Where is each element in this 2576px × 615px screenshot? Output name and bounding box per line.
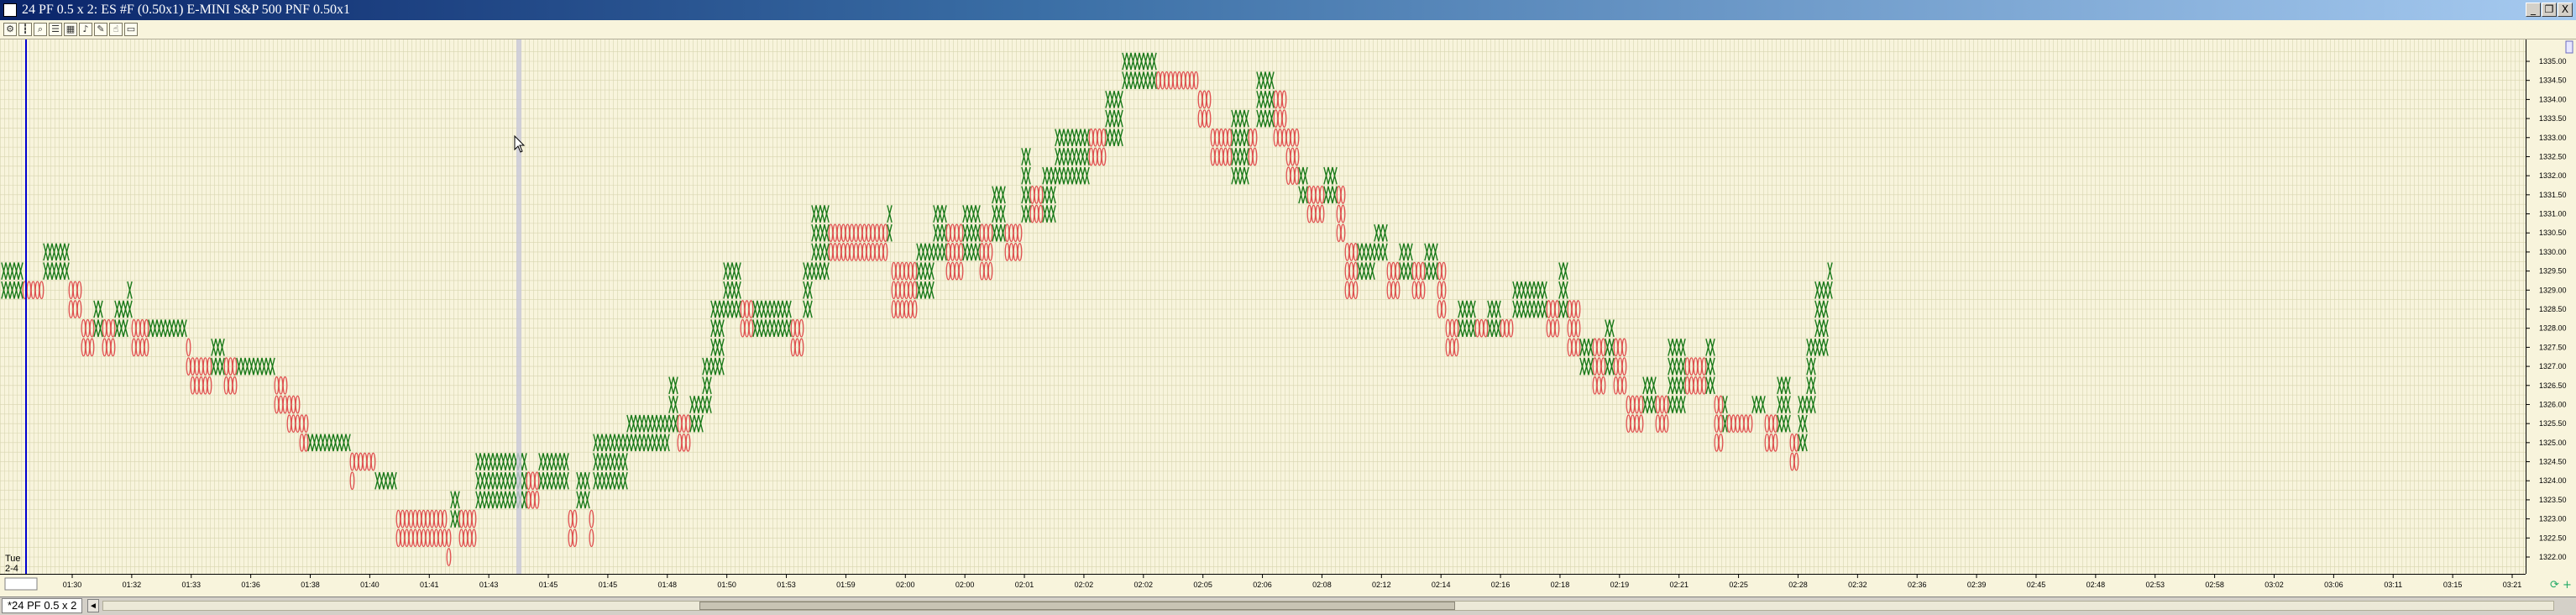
rect-icon[interactable]: ▭ xyxy=(124,23,138,36)
time-tick-label: 01:32 xyxy=(123,581,142,589)
horizontal-scrollbar[interactable] xyxy=(102,601,2554,611)
time-tick-label: 02:16 xyxy=(1491,581,1511,589)
price-tick-label: 1324.00 xyxy=(2539,476,2567,485)
price-tick-label: 1329.00 xyxy=(2539,286,2567,294)
bell-icon[interactable]: ♪ xyxy=(79,23,92,36)
time-tick-label: 01:59 xyxy=(836,581,856,589)
crosshair-line xyxy=(516,39,521,574)
price-tick-label: 1326.00 xyxy=(2539,400,2567,408)
time-tick-label: 01:33 xyxy=(181,581,201,589)
price-tick-label: 1322.00 xyxy=(2539,553,2567,561)
time-tick-label: 01:53 xyxy=(777,581,796,589)
time-tick-label: 01:50 xyxy=(717,581,736,589)
price-tick-label: 1334.00 xyxy=(2539,95,2567,103)
time-tick-label: 02:00 xyxy=(896,581,915,589)
day-label-line2: 2-4 xyxy=(5,564,18,574)
price-tick-label: 1330.50 xyxy=(2539,229,2567,237)
minimize-button[interactable]: _ xyxy=(2526,3,2541,17)
time-tick-label: 02:36 xyxy=(1908,581,1927,589)
price-tick-label: 1327.00 xyxy=(2539,362,2567,371)
time-tick-label: 02:02 xyxy=(1075,581,1094,589)
time-tick-label: 02:12 xyxy=(1372,581,1391,589)
price-tick-label: 1331.50 xyxy=(2539,191,2567,199)
time-tick-label: 01:45 xyxy=(539,581,558,589)
time-tick-label: 03:11 xyxy=(2384,581,2402,589)
price-tick-label: 1323.00 xyxy=(2539,515,2567,523)
time-tick-label: 01:41 xyxy=(420,581,439,589)
time-tick-label: 03:02 xyxy=(2264,581,2284,589)
price-tick-label: 1331.00 xyxy=(2539,210,2567,218)
axis-date-box[interactable] xyxy=(4,577,38,591)
tab-scroll-left-button[interactable]: ◄ xyxy=(87,599,99,612)
price-tick-label: 1333.00 xyxy=(2539,134,2567,142)
time-tick-label: 02:28 xyxy=(1788,581,1808,589)
price-tick-label: 1334.50 xyxy=(2539,76,2567,85)
time-tick-label: 02:05 xyxy=(1193,581,1212,589)
time-tick-label: 02:53 xyxy=(2145,581,2165,589)
window-title: 24 PF 0.5 x 2: ES #F (0.50x1) E-MINI S&P… xyxy=(22,3,351,17)
time-tick-label: 01:43 xyxy=(479,581,499,589)
time-tick-label: 02:39 xyxy=(1967,581,1987,589)
time-tick-label: 02:02 xyxy=(1134,581,1154,589)
draw-icon[interactable]: ✎ xyxy=(94,23,107,36)
time-tick-label: 01:48 xyxy=(658,581,678,589)
price-tick-label: 1333.50 xyxy=(2539,114,2567,123)
time-tick-label: 01:38 xyxy=(301,581,320,589)
time-tick-label: 03:15 xyxy=(2443,581,2463,589)
tab-chart[interactable]: *24 PF 0.5 x 2 xyxy=(2,598,82,613)
axis-scale-button[interactable] xyxy=(2565,40,2573,54)
price-tick-label: 1322.50 xyxy=(2539,534,2567,542)
time-tick-label: 02:45 xyxy=(2027,581,2046,589)
time-tick-label: 03:21 xyxy=(2503,581,2522,589)
time-tick-label: 01:36 xyxy=(241,581,260,589)
time-tick-label: 01:40 xyxy=(360,581,380,589)
time-tick-label: 02:32 xyxy=(1848,581,1867,589)
price-tick-label: 1323.50 xyxy=(2539,496,2567,504)
time-tick-label: 02:06 xyxy=(1253,581,1272,589)
time-tick-label: 02:48 xyxy=(2086,581,2106,589)
price-tick-label: 1335.00 xyxy=(2539,57,2567,66)
window-titlebar: 24 PF 0.5 x 2: ES #F (0.50x1) E-MINI S&P… xyxy=(0,0,2576,20)
scrollbar-thumb[interactable] xyxy=(699,602,1455,610)
grid-icon[interactable]: ▦ xyxy=(64,23,77,36)
close-button[interactable]: X xyxy=(2558,3,2573,17)
price-tick-label: 1328.50 xyxy=(2539,305,2567,313)
time-tick-label: 02:19 xyxy=(1610,581,1630,589)
price-tick-label: 1328.00 xyxy=(2539,324,2567,333)
time-tick-label: 02:58 xyxy=(2205,581,2224,589)
price-tick-label: 1324.50 xyxy=(2539,458,2567,466)
bars-icon[interactable]: ┇ xyxy=(18,23,32,36)
time-tick-label: 01:30 xyxy=(63,581,82,589)
time-tick-label: 03:06 xyxy=(2324,581,2343,589)
time-tick-label: 02:21 xyxy=(1669,581,1689,589)
day-label-line1: Tue xyxy=(5,554,21,564)
chart-toolbar: ⚙ ┇ ⌕ ☰ ▦ ♪ ✎ ☝ ▭ xyxy=(0,20,2576,39)
price-tick-label: 1332.00 xyxy=(2539,171,2567,180)
price-tick-label: 1330.00 xyxy=(2539,248,2567,256)
settings-icon[interactable]: ⚙ xyxy=(3,23,17,36)
price-tick-label: 1329.50 xyxy=(2539,267,2567,276)
time-tick-label: 02:25 xyxy=(1729,581,1748,589)
price-tick-label: 1326.50 xyxy=(2539,381,2567,390)
time-tick-label: 02:08 xyxy=(1312,581,1332,589)
time-tick-label: 02:14 xyxy=(1432,581,1451,589)
zoom-icon[interactable]: ⌕ xyxy=(34,23,47,36)
price-tick-label: 1325.50 xyxy=(2539,419,2567,428)
app-icon xyxy=(3,3,17,17)
pnf-chart[interactable]: 1322.00 1322.50 1323.00 1323.50 1324.00 1324.… xyxy=(0,39,2576,597)
time-tick-label: 02:01 xyxy=(1015,581,1034,589)
restore-button[interactable]: ❐ xyxy=(2542,3,2557,17)
price-tick-label: 1325.00 xyxy=(2539,439,2567,447)
time-tick-label: 01:45 xyxy=(599,581,618,589)
price-tick-label: 1332.50 xyxy=(2539,152,2567,160)
pointer-icon[interactable]: ☝ xyxy=(109,23,123,36)
list-icon[interactable]: ☰ xyxy=(49,23,62,36)
time-tick-label: 02:00 xyxy=(956,581,975,589)
tab-strip: *24 PF 0.5 x 2 ◄ xyxy=(0,597,2576,615)
price-tick-label: 1327.50 xyxy=(2539,343,2567,351)
refresh-icon[interactable]: ⟳ + xyxy=(2549,578,2573,593)
time-tick-label: 02:18 xyxy=(1551,581,1570,589)
